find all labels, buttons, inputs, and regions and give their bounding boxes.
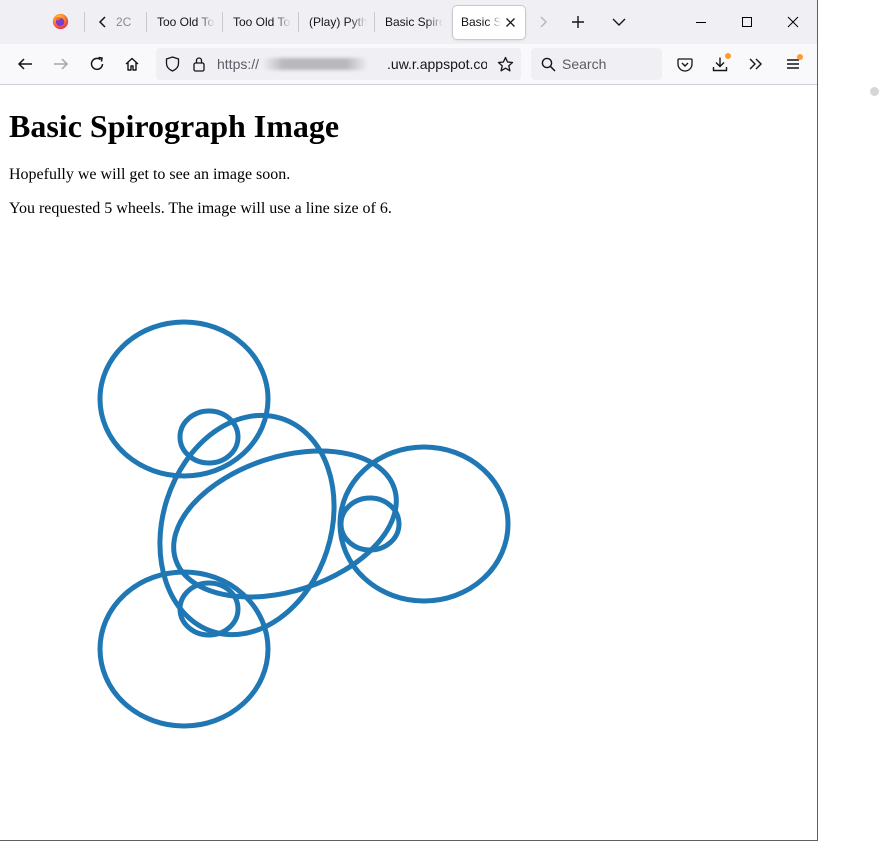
downloads-button[interactable] [704,48,736,80]
search-icon-wrap [537,48,559,80]
tab-divider [222,12,223,32]
redacted-url-segment [262,58,368,70]
tracking-protection-button[interactable] [161,48,183,80]
desktop-dot [870,87,879,96]
more-tools-button[interactable] [740,48,772,80]
firefox-icon[interactable] [52,13,69,30]
reload-icon [90,56,104,71]
url-bar[interactable]: https:// .uw.r.appspot.com/s [156,48,521,80]
spiro-outer-loop-right [337,444,511,604]
chevrons-right-icon [749,58,762,70]
maximize-button[interactable] [732,8,762,36]
back-button[interactable] [9,48,41,80]
plus-icon [572,16,584,28]
chevron-down-icon [612,18,626,26]
tab-1[interactable]: Too Old To [157,6,215,39]
spirograph-curves [97,319,511,729]
arrow-left-icon [17,58,32,70]
close-tab-icon[interactable] [504,16,517,29]
home-icon [125,57,139,71]
close-icon [787,16,799,28]
new-tab-button[interactable] [563,8,593,36]
url-host: .uw.r.appspot.com/s [387,56,487,72]
home-button[interactable] [116,48,148,80]
tab-label: (Play) Pyth [309,15,367,29]
tab-divider [146,12,147,32]
tab-0[interactable]: 2C [116,6,138,39]
tab-label: 2C [116,15,132,29]
bookmark-button[interactable] [494,48,516,80]
search-bar[interactable]: Search [531,48,662,80]
browser-window: 2C Too Old To Too Old To (Play) Pyth Bas… [0,0,818,841]
tab-label: Basic Sp [461,15,501,29]
scroll-tabs-right-button[interactable] [532,10,554,34]
spirograph-image [97,319,511,729]
chevron-right-icon [540,16,548,28]
navigation-toolbar: https:// .uw.r.appspot.com/s Search [0,44,817,85]
lock-icon [193,57,205,72]
arrow-right-icon [54,58,69,70]
tab-divider [84,12,85,32]
scroll-tabs-left-button[interactable] [92,10,114,34]
tab-active[interactable]: Basic Sp [453,6,525,39]
tab-label: Too Old To [157,15,215,29]
tab-divider [374,12,375,32]
chevron-left-icon [98,16,106,28]
tab-label: Basic Spiro [385,15,443,29]
downloads-badge [725,53,731,59]
tab-divider [298,12,299,32]
app-menu-button[interactable] [777,48,809,80]
shield-icon [165,56,179,72]
minimize-icon [696,22,706,23]
tab-2[interactable]: Too Old To [233,6,291,39]
page-content: Basic Spirograph Image Hopefully we will… [0,85,817,840]
site-info-button[interactable] [188,48,210,80]
reload-button[interactable] [81,48,113,80]
minimize-button[interactable] [686,8,716,36]
tab-strip: 2C Too Old To Too Old To (Play) Pyth Bas… [0,0,817,44]
spiro-inner-ring [157,412,337,638]
list-all-tabs-button[interactable] [604,8,634,36]
tab-4[interactable]: Basic Spiro [385,6,443,39]
url-scheme: https:// [217,56,260,72]
search-input[interactable]: Search [562,48,606,80]
star-icon [497,56,513,71]
menu-badge [797,54,803,60]
spiro-central-ring [171,448,399,600]
tab-label: Too Old To [233,15,291,29]
tab-3[interactable]: (Play) Pyth [309,6,367,39]
pocket-icon [677,57,693,72]
pocket-button[interactable] [669,48,701,80]
close-window-button[interactable] [778,8,808,36]
maximize-icon [742,17,752,27]
search-icon [541,57,556,72]
forward-button[interactable] [45,48,77,80]
